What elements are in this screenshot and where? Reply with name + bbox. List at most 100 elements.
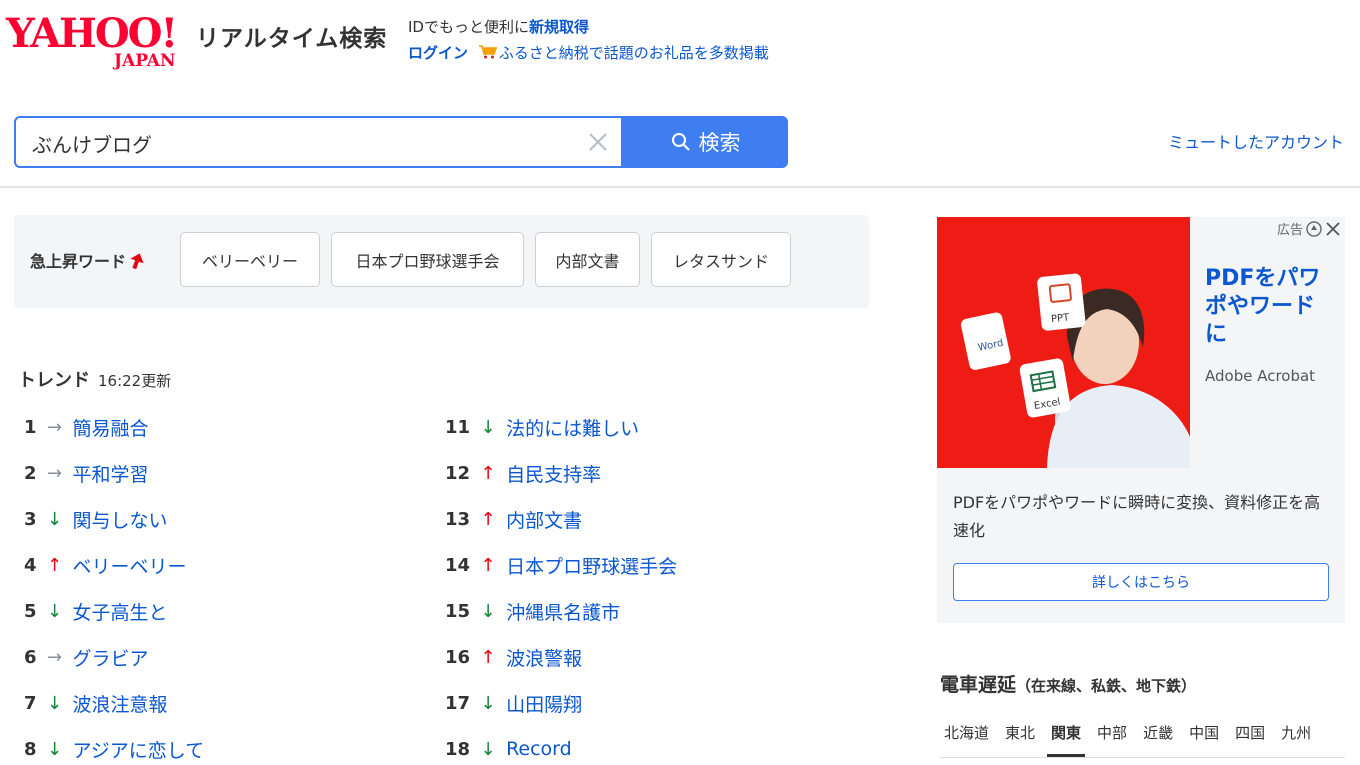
trend-item[interactable]: 8 ↓ アジアに恋して bbox=[24, 734, 204, 764]
trend-word[interactable]: 平和学習 bbox=[73, 460, 149, 487]
trend-word[interactable]: ベリーベリー bbox=[73, 552, 187, 579]
trend-item[interactable]: 2 → 平和学習 bbox=[24, 458, 149, 488]
region-tab-chugoku[interactable]: 中国 bbox=[1185, 719, 1223, 757]
rising-chip[interactable]: レタスサンド bbox=[651, 232, 791, 287]
trend-arrow-icon: ↓ bbox=[46, 600, 63, 622]
region-tab-hokkaido[interactable]: 北海道 bbox=[940, 719, 993, 757]
trend-word[interactable]: 山田陽翔 bbox=[506, 690, 582, 717]
trend-item[interactable]: 6 → グラビア bbox=[24, 642, 149, 672]
rising-chip[interactable]: 日本プロ野球選手会 bbox=[331, 232, 524, 287]
ppt-doc-label: PPT bbox=[1051, 312, 1071, 325]
rising-words-label: 急上昇ワード bbox=[30, 248, 144, 272]
trend-word[interactable]: アジアに恋して bbox=[73, 736, 205, 763]
register-link[interactable]: 新規取得 bbox=[529, 18, 589, 36]
trend-rank: 14 bbox=[445, 554, 471, 576]
ad-cta-button[interactable]: 詳しくはこちら bbox=[953, 563, 1329, 601]
region-tab-kinki[interactable]: 近畿 bbox=[1139, 719, 1177, 757]
region-tab-chubu[interactable]: 中部 bbox=[1093, 719, 1131, 757]
trend-rank: 4 bbox=[24, 554, 37, 576]
trend-word[interactable]: グラビア bbox=[73, 644, 149, 671]
trend-item[interactable]: 3 ↓ 関与しない bbox=[24, 504, 168, 534]
close-icon[interactable] bbox=[1325, 221, 1341, 237]
promo-text: IDでもっと便利に bbox=[408, 18, 529, 36]
trend-item[interactable]: 5 ↓ 女子高生と bbox=[24, 596, 168, 626]
trend-updated-time: 16:22更新 bbox=[98, 372, 172, 390]
trend-word[interactable]: 関与しない bbox=[73, 506, 168, 533]
trend-rank: 2 bbox=[24, 462, 37, 484]
trend-item[interactable]: 17 ↓ 山田陽翔 bbox=[445, 688, 582, 718]
trend-word[interactable]: 自民支持率 bbox=[506, 460, 601, 487]
trend-item[interactable]: 4 ↑ ベリーベリー bbox=[24, 550, 187, 580]
trend-rank: 13 bbox=[445, 508, 471, 530]
muted-accounts-link[interactable]: ミュートしたアカウント bbox=[1168, 129, 1344, 153]
rising-chip[interactable]: 内部文書 bbox=[535, 232, 640, 287]
clear-icon[interactable] bbox=[586, 130, 610, 154]
trend-word[interactable]: 日本プロ野球選手会 bbox=[506, 552, 677, 579]
trend-item[interactable]: 16 ↑ 波浪警報 bbox=[445, 642, 582, 672]
trend-rank: 15 bbox=[445, 600, 471, 622]
region-tab-kanto[interactable]: 関東 bbox=[1047, 719, 1086, 757]
trend-rank: 1 bbox=[24, 416, 37, 438]
ad-image[interactable]: Word PPT Excel bbox=[937, 217, 1190, 468]
trend-word[interactable]: 波浪注意報 bbox=[73, 690, 168, 717]
search-button[interactable]: 検索 bbox=[623, 116, 788, 168]
trend-item[interactable]: 12 ↑ 自民支持率 bbox=[445, 458, 601, 488]
trend-arrow-icon: ↓ bbox=[480, 738, 496, 760]
train-delay-subtitle: （在来線、私鉄、地下鉄） bbox=[1016, 677, 1197, 695]
trend-arrow-icon: ↑ bbox=[480, 554, 496, 576]
region-tab-shikoku[interactable]: 四国 bbox=[1231, 719, 1269, 757]
rising-words-text: 急上昇ワード bbox=[30, 252, 127, 271]
trend-arrow-icon: ↓ bbox=[46, 508, 63, 530]
region-tab-tohoku[interactable]: 東北 bbox=[1001, 719, 1039, 757]
ad-headline[interactable]: PDFをパワポやワードに bbox=[1205, 265, 1335, 349]
trend-word[interactable]: 法的には難しい bbox=[506, 414, 639, 441]
train-delay-heading: 電車遅延（在来線、私鉄、地下鉄） bbox=[940, 670, 1196, 697]
trend-heading: トレンド 16:22更新 bbox=[18, 366, 171, 392]
trend-arrow-icon: ↑ bbox=[480, 508, 496, 530]
shopping-cart-icon bbox=[478, 45, 497, 59]
trend-rank: 16 bbox=[445, 646, 471, 668]
trend-arrow-icon: ↓ bbox=[480, 692, 496, 714]
trend-word[interactable]: Record bbox=[506, 738, 572, 760]
info-icon[interactable] bbox=[1306, 220, 1322, 237]
trend-arrow-icon: ↑ bbox=[480, 462, 496, 484]
search-button-label: 検索 bbox=[698, 131, 741, 155]
trend-item[interactable]: 7 ↓ 波浪注意報 bbox=[24, 688, 168, 718]
trend-word[interactable]: 内部文書 bbox=[506, 506, 582, 533]
trend-arrow-icon: → bbox=[46, 462, 63, 484]
service-name[interactable]: リアルタイム検索 bbox=[196, 19, 387, 53]
ad-brand: Adobe Acrobat bbox=[1205, 367, 1316, 385]
trend-item[interactable]: 13 ↑ 内部文書 bbox=[445, 504, 582, 534]
header-divider bbox=[0, 186, 1360, 188]
trend-rank: 11 bbox=[445, 416, 471, 438]
trend-word[interactable]: 女子高生と bbox=[73, 598, 168, 625]
trend-item[interactable]: 1 → 簡易融合 bbox=[24, 412, 149, 442]
ad-label-text: 広告 bbox=[1276, 223, 1303, 238]
search-box bbox=[14, 116, 623, 168]
trend-item[interactable]: 14 ↑ 日本プロ野球選手会 bbox=[445, 550, 677, 580]
promo-line-2: ログイン ふるさと納税で話題のお礼品を多数掲載 bbox=[408, 40, 769, 66]
trend-item[interactable]: 18 ↓ Record bbox=[445, 734, 572, 764]
region-tab-kyushu[interactable]: 九州 bbox=[1277, 719, 1315, 757]
trend-item[interactable]: 11 ↓ 法的には難しい bbox=[445, 412, 639, 442]
promo-line-1: IDでもっと便利に新規取得 bbox=[408, 14, 769, 40]
trend-word[interactable]: 波浪警報 bbox=[506, 644, 582, 671]
ad-card[interactable]: Word PPT Excel 広告 PDFをパワポやワードに Adobe Acr… bbox=[937, 217, 1345, 623]
yahoo-japan-logo[interactable]: YAHOO! JAPAN bbox=[6, 10, 196, 71]
rising-chip[interactable]: ベリーベリー bbox=[180, 232, 320, 287]
trend-word[interactable]: 沖縄県名護市 bbox=[506, 598, 620, 625]
furusato-link[interactable]: ふるさと納税で話題のお礼品を多数掲載 bbox=[499, 44, 769, 62]
search-input[interactable] bbox=[30, 118, 574, 168]
trend-rank: 3 bbox=[24, 508, 37, 530]
login-link[interactable]: ログイン bbox=[408, 44, 468, 62]
trend-rank: 7 bbox=[24, 692, 37, 714]
trend-rank: 17 bbox=[445, 692, 471, 714]
trend-rank: 5 bbox=[24, 600, 37, 622]
trend-word[interactable]: 簡易融合 bbox=[73, 414, 149, 441]
trend-item[interactable]: 15 ↓ 沖縄県名護市 bbox=[445, 596, 620, 626]
ad-label[interactable]: 広告 bbox=[1277, 219, 1341, 238]
ad-description: PDFをパワポやワードに瞬時に変換、資料修正を高速化 bbox=[953, 493, 1321, 540]
rising-arrow-icon bbox=[130, 253, 144, 269]
logo-wordmark: YAHOO! bbox=[6, 10, 178, 57]
trend-title: トレンド bbox=[18, 370, 90, 391]
